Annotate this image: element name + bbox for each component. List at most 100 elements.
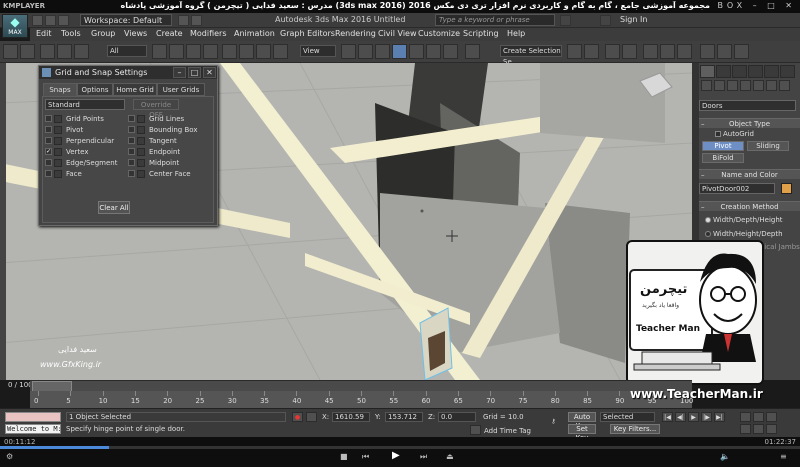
checkbox[interactable] — [128, 148, 135, 155]
create-tab-icon[interactable] — [700, 65, 715, 78]
selection-filter-dropdown[interactable]: All — [107, 45, 147, 57]
render-setup-icon[interactable] — [700, 44, 715, 59]
align-icon[interactable] — [584, 44, 599, 59]
menu-views[interactable]: Views — [124, 29, 147, 38]
snap-preset-dropdown[interactable]: Standard — [45, 99, 125, 110]
zoom-extents-icon[interactable] — [766, 412, 777, 422]
object-category-dropdown[interactable]: Doors — [699, 100, 796, 111]
auto-key-button[interactable]: Auto Key — [568, 412, 596, 430]
tab-options[interactable]: Options — [77, 83, 113, 96]
pivot-door-button[interactable]: Pivot — [702, 141, 744, 151]
cameras-icon[interactable] — [740, 80, 751, 91]
next-icon[interactable]: ⏭ — [420, 452, 427, 462]
checkbox[interactable] — [128, 115, 135, 122]
creation-method-rollout[interactable]: – Creation Method — [699, 201, 800, 211]
object-type-rollout[interactable]: – Object Type — [699, 118, 800, 128]
bifold-door-button[interactable]: BiFold — [702, 153, 744, 163]
go-to-start-icon[interactable]: |◀ — [662, 412, 673, 422]
next-frame-icon[interactable]: |▶ — [701, 412, 712, 422]
previous-frame-icon[interactable]: ◀| — [675, 412, 686, 422]
autogrid-checkbox[interactable]: AutoGrid — [715, 130, 754, 139]
spinner-snap-icon[interactable] — [443, 44, 458, 59]
save-file-icon[interactable] — [58, 15, 69, 26]
radio[interactable] — [705, 231, 711, 237]
app-menu-button[interactable]: ◆ MAX — [2, 14, 28, 38]
bind-space-warp-icon[interactable] — [74, 44, 89, 59]
set-key-button[interactable]: Set Key — [568, 424, 596, 442]
checkbox[interactable] — [45, 170, 52, 177]
select-rotate-icon[interactable] — [239, 44, 254, 59]
z-coordinate-field[interactable]: 0.0 — [438, 412, 476, 422]
field-of-view-icon[interactable] — [740, 424, 751, 434]
material-editor-icon[interactable] — [677, 44, 692, 59]
menu-edit[interactable]: Edit — [36, 29, 52, 38]
object-color-swatch[interactable] — [781, 183, 792, 194]
tab-user-grids[interactable]: User Grids — [157, 83, 205, 96]
y-coordinate-field[interactable]: 153.712 — [385, 412, 423, 422]
seek-bar[interactable] — [0, 446, 800, 449]
unlink-icon[interactable] — [57, 44, 72, 59]
shapes-icon[interactable] — [714, 80, 725, 91]
select-object-icon[interactable] — [152, 44, 167, 59]
display-tab-icon[interactable] — [764, 65, 779, 78]
named-selection-dropdown[interactable]: Create Selection Se — [500, 45, 562, 66]
space-warps-icon[interactable] — [766, 80, 777, 91]
checkbox[interactable] — [128, 159, 135, 166]
geometry-icon[interactable] — [701, 80, 712, 91]
maxscript-listener[interactable] — [5, 412, 61, 422]
clear-all-button[interactable]: Clear All — [98, 201, 130, 214]
menu-tools[interactable]: Tools — [61, 29, 81, 38]
checkbox[interactable] — [715, 131, 721, 137]
key-filters-button[interactable]: Key Filters... — [610, 424, 660, 434]
helpers-icon[interactable] — [753, 80, 764, 91]
eject-icon[interactable]: ⏏ — [446, 452, 454, 461]
volume-icon[interactable]: 🔈 — [720, 452, 730, 461]
trackbar[interactable]: 0 5 10 15 20 25 30 35 40 45 50 55 60 65 70 75 80 85 90 95 10… — [30, 391, 693, 408]
menu-create[interactable]: Create — [156, 29, 183, 38]
menu-icon[interactable]: ≡ — [780, 452, 787, 461]
link-icon[interactable] — [40, 44, 55, 59]
utilities-tab-icon[interactable] — [780, 65, 795, 78]
play-pause-icon[interactable]: ▶ — [392, 450, 400, 461]
minimize-button[interactable]: – — [173, 67, 186, 78]
lights-icon[interactable] — [727, 80, 738, 91]
orbit-icon[interactable] — [766, 424, 777, 434]
stop-icon[interactable]: ■ — [340, 452, 348, 461]
checkbox[interactable] — [45, 137, 52, 144]
pivot-center-icon[interactable] — [341, 44, 356, 59]
menu-customize[interactable]: Customize — [418, 29, 460, 38]
search-icon[interactable] — [560, 15, 571, 26]
zoom-icon[interactable] — [740, 412, 751, 422]
name-color-rollout[interactable]: – Name and Color — [699, 169, 800, 179]
curve-editor-icon[interactable] — [643, 44, 658, 59]
key-icon[interactable]: ⚷ — [548, 417, 559, 427]
render-production-icon[interactable] — [734, 44, 749, 59]
menu-group[interactable]: Group — [91, 29, 115, 38]
schematic-view-icon[interactable] — [660, 44, 675, 59]
key-selection-dropdown[interactable]: Selected — [600, 412, 655, 422]
systems-icon[interactable] — [779, 80, 790, 91]
add-time-tag[interactable]: Add Time Tag — [484, 427, 531, 435]
maxscript-mini-listener[interactable]: Welcome to M: — [5, 424, 61, 434]
zoom-all-icon[interactable] — [753, 412, 764, 422]
redo-tool-icon[interactable] — [20, 44, 35, 59]
pan-icon[interactable] — [753, 424, 764, 434]
box-label[interactable]: BOX — [717, 1, 746, 10]
undo-icon[interactable] — [178, 15, 189, 26]
override-button[interactable]: Override OFF — [133, 99, 179, 119]
radio-width-depth-height[interactable]: Width/Depth/Height — [705, 216, 783, 225]
rendered-frame-icon[interactable] — [717, 44, 732, 59]
checkbox[interactable] — [45, 115, 52, 122]
select-scale-icon[interactable] — [256, 44, 271, 59]
dialog-title-bar[interactable]: Grid and Snap Settings – □ ✕ — [39, 66, 217, 79]
search-input[interactable]: Type a keyword or phrase — [435, 14, 555, 26]
tab-snaps[interactable]: Snaps — [43, 83, 77, 96]
checkbox[interactable] — [128, 126, 135, 133]
motion-tab-icon[interactable] — [748, 65, 763, 78]
workspace-dropdown[interactable]: Workspace: Default — [80, 14, 172, 26]
tab-home-grid[interactable]: Home Grid — [113, 83, 157, 96]
edit-named-selection-icon[interactable] — [465, 44, 480, 59]
place-icon[interactable] — [273, 44, 288, 59]
help-icon[interactable] — [600, 15, 611, 26]
lock-selection-icon[interactable]: ● — [292, 412, 303, 422]
